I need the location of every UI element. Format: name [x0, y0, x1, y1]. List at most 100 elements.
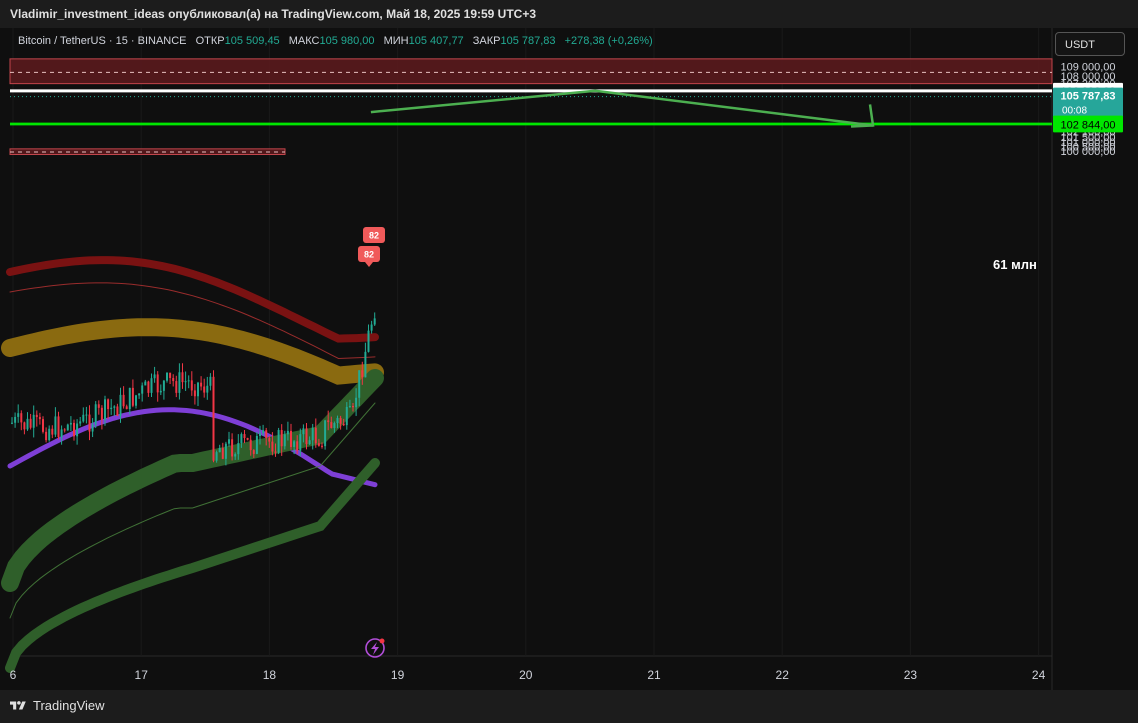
candle-body — [228, 439, 230, 444]
change-value: +278,38 (+0,26%) — [564, 35, 653, 47]
candle-body — [314, 427, 317, 444]
candle-body — [355, 397, 358, 408]
attribution-text: Vladimir_investment_ideas опубликовал(а)… — [10, 7, 537, 21]
candle-body — [246, 438, 249, 440]
candle-body — [94, 404, 97, 425]
candle-body — [159, 390, 162, 393]
candle-body — [144, 381, 147, 386]
candle-body — [147, 381, 150, 393]
candle-body — [141, 385, 144, 394]
open-label: ОТКР — [195, 35, 225, 47]
candle-body — [187, 380, 190, 382]
candle-body — [63, 429, 66, 431]
candle-body — [252, 450, 255, 454]
low-value: 105 407,77 — [408, 35, 464, 47]
candle-body — [51, 428, 54, 435]
candle-body — [274, 451, 277, 453]
high-label: МАКС — [288, 35, 320, 47]
x-tick-label: 6 — [10, 668, 17, 682]
candle-body — [265, 430, 268, 439]
x-tick-label: 17 — [135, 668, 149, 682]
price-chart[interactable]: 82826 17 18 19 20 21 22 23 24109 000,00108 000,0… — [0, 28, 1138, 690]
candle-body — [135, 395, 137, 406]
candle-body — [38, 417, 41, 420]
high-value: 105 980,00 — [319, 35, 375, 47]
volume-annotation: 61 млн — [993, 257, 1037, 272]
candle-body — [60, 429, 63, 438]
candle-body — [305, 428, 308, 445]
candle-body — [91, 424, 94, 432]
candle-body — [262, 430, 265, 434]
candle-body — [296, 441, 299, 451]
candle-body — [69, 422, 72, 425]
candle-body — [73, 422, 75, 437]
candle-body — [113, 406, 116, 408]
close-value: 105 787,83 — [500, 35, 556, 47]
candle-body — [370, 324, 373, 331]
candle-body — [299, 434, 302, 451]
candle-body — [361, 370, 364, 378]
x-tick-label: 21 — [647, 668, 661, 682]
candle-body — [66, 424, 69, 431]
footer-bar: TradingView — [0, 690, 1138, 723]
candle-body — [190, 380, 193, 391]
candle-body — [172, 377, 175, 382]
candle-body — [327, 420, 330, 423]
chart-background — [0, 28, 1138, 690]
candle-body — [153, 374, 156, 379]
candle-body — [206, 385, 209, 393]
candle-body — [243, 434, 246, 439]
candle-body — [358, 370, 361, 398]
signal-marker: 82 — [363, 227, 385, 243]
candle-body — [348, 406, 351, 408]
candle-body — [35, 414, 38, 418]
candle-body — [373, 318, 376, 325]
candle-body — [82, 414, 85, 422]
candle-body — [259, 433, 261, 436]
candle-body — [178, 372, 181, 393]
candle-body — [184, 381, 187, 383]
candle-body — [122, 394, 125, 407]
candle-body — [197, 382, 199, 397]
tradingview-logo-icon — [10, 701, 26, 710]
candle-body — [271, 441, 274, 452]
open-value: 105 509,45 — [224, 35, 280, 47]
candle-body — [364, 351, 367, 378]
candle-body — [166, 372, 168, 381]
candle-body — [54, 416, 57, 435]
signal-marker-label: 82 — [364, 250, 374, 260]
candle-body — [45, 431, 48, 441]
x-tick-label: 24 — [1032, 668, 1046, 682]
candle-body — [150, 378, 153, 393]
candle-body — [175, 381, 178, 393]
candle-body — [107, 399, 110, 410]
candle-body — [290, 430, 292, 447]
symbol-legend: Bitcoin / TetherUS · 15 · BINANCE ОТКР10… — [18, 35, 653, 47]
candle-body — [125, 406, 128, 410]
candle-body — [156, 374, 159, 393]
candle-body — [237, 443, 240, 455]
y-tick-label: 100 000,00 — [1060, 146, 1115, 158]
candle-body — [333, 423, 336, 428]
candle-body — [85, 414, 88, 416]
candle-body — [336, 418, 339, 424]
candle-body — [20, 413, 23, 423]
candle-body — [138, 393, 141, 396]
close-label: ЗАКР — [472, 35, 501, 47]
candle-body — [181, 372, 184, 383]
signal-marker-label: 82 — [369, 231, 379, 241]
candle-body — [116, 406, 119, 416]
candle-body — [234, 454, 237, 457]
candle-body — [221, 447, 224, 459]
x-tick-label: 22 — [776, 668, 790, 682]
candle-body — [169, 372, 172, 378]
candle-body — [110, 407, 113, 410]
candle-body — [128, 387, 131, 410]
candle-body — [367, 330, 370, 352]
candle-body — [321, 445, 323, 447]
candle-body — [97, 404, 100, 408]
currency-button[interactable]: USDT — [1055, 32, 1125, 56]
candle-body — [29, 418, 32, 428]
price-tag-label: 102 844,00 — [1060, 119, 1115, 131]
chart-area[interactable]: 82 82 6 17 18 19 20 21 22 23 24 109 000,00 108 000,0… — [0, 28, 1138, 690]
